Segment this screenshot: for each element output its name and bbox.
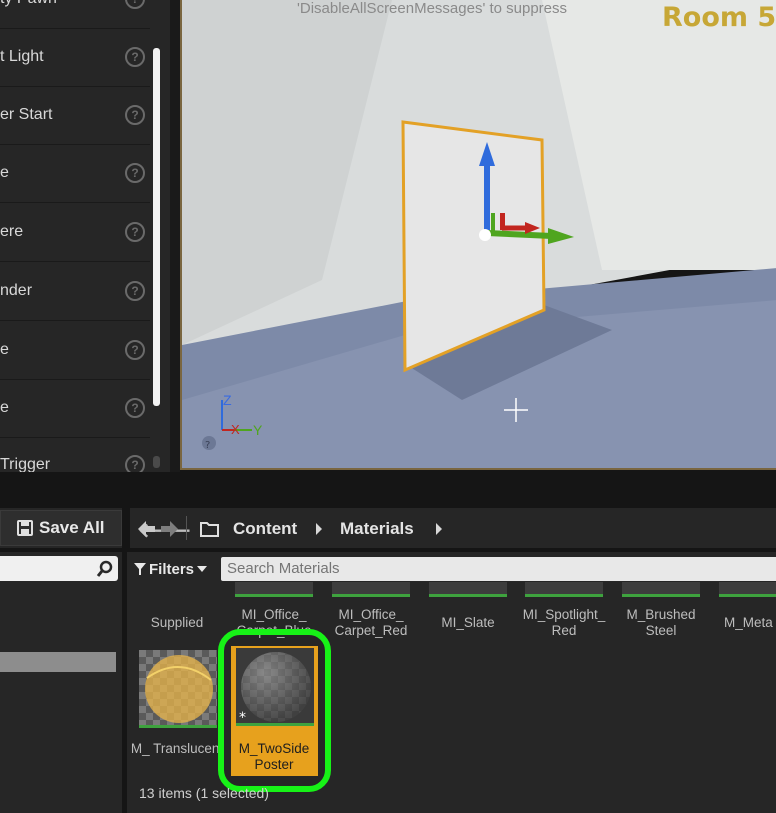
asset-label[interactable]: MI_Slate — [420, 615, 516, 631]
filters-button[interactable]: Filters — [134, 557, 214, 581]
chevron-right-icon[interactable] — [316, 523, 322, 535]
asset-label[interactable]: M_ Translucent — [129, 741, 225, 757]
asset-thumbnail[interactable] — [429, 582, 507, 597]
place-actor-item[interactable]: e ? — [0, 321, 150, 380]
asset-label[interactable]: Supplied — [129, 615, 225, 631]
breadcrumb-content[interactable]: Content — [233, 519, 297, 539]
material-thumbnail-translucent[interactable] — [139, 650, 217, 728]
place-actor-label: t Light — [0, 48, 44, 65]
help-icon[interactable]: ? — [125, 0, 145, 9]
help-icon[interactable]: ? — [125, 398, 145, 418]
place-actor-label: er Start — [0, 106, 53, 123]
save-all-button[interactable]: Save All — [0, 510, 122, 546]
place-actor-item[interactable]: ty Pawn ? — [0, 0, 150, 29]
axis-x-label: X — [231, 422, 240, 437]
folder-icon — [200, 522, 219, 537]
sources-panel — [0, 552, 122, 813]
help-icon[interactable]: ? — [125, 281, 145, 301]
scrollbar-thumb[interactable] — [153, 48, 160, 406]
highlight-ring — [218, 629, 331, 792]
place-actor-item[interactable]: Trigger ? — [0, 436, 150, 472]
asset-thumbnail[interactable] — [332, 582, 410, 597]
axis-y-label: Y — [253, 422, 263, 438]
place-actor-label: e — [0, 164, 9, 181]
asset-thumbnail[interactable] — [525, 582, 603, 597]
chevron-down-icon — [197, 566, 208, 572]
forward-icon[interactable] — [160, 521, 178, 537]
chevron-right-icon[interactable] — [436, 523, 442, 535]
path-bar: 🡐 Content Materials — [130, 508, 776, 548]
place-actor-label: Trigger — [0, 456, 51, 472]
place-actor-item[interactable]: er Start ? — [0, 86, 150, 145]
save-all-label: Save All — [39, 518, 105, 537]
place-actors-panel: ty Pawn ? t Light ? er Start ? e ? ere ?… — [0, 0, 170, 472]
help-icon[interactable]: ? — [125, 455, 145, 472]
help-icon[interactable]: ? — [125, 163, 145, 183]
back-icon[interactable] — [138, 521, 156, 537]
filters-label: Filters — [149, 560, 195, 578]
help-icon[interactable]: ? — [125, 105, 145, 125]
selected-folder-row[interactable] — [0, 652, 116, 672]
viewport-scene: ? — [182, 0, 776, 468]
search-icon[interactable] — [96, 560, 114, 578]
place-actor-item[interactable]: e ? — [0, 144, 150, 203]
place-actor-item[interactable]: ere ? — [0, 203, 150, 262]
place-actor-label: e — [0, 341, 9, 358]
screen-message: 'DisableAllScreenMessages' to suppress — [297, 0, 568, 17]
breadcrumb-materials[interactable]: Materials — [340, 519, 414, 539]
asset-label[interactable]: M_Brushed Steel — [613, 607, 709, 639]
axis-z-label: Z — [223, 392, 232, 408]
panel-splitter[interactable] — [170, 0, 180, 472]
save-icon — [17, 520, 33, 536]
filter-icon — [134, 563, 146, 575]
separator — [186, 516, 187, 540]
help-icon[interactable]: ? — [125, 222, 145, 242]
level-viewport[interactable]: ? 'DisableAllScreenMessages' to suppress… — [180, 0, 776, 470]
items-count: 13 items (1 selected) — [139, 785, 269, 801]
place-actor-item[interactable]: e ? — [0, 379, 150, 438]
asset-thumbnail[interactable] — [235, 582, 313, 597]
asset-label[interactable]: MI_Spotlight_ Red — [516, 607, 612, 639]
asset-search-input[interactable] — [221, 557, 776, 581]
place-actor-item[interactable]: nder ? — [0, 262, 150, 321]
help-icon[interactable]: ? — [125, 340, 145, 360]
place-actor-item[interactable]: t Light ? — [0, 28, 150, 87]
place-actor-label: ty Pawn — [0, 0, 57, 8]
asset-thumbnail[interactable] — [622, 582, 700, 597]
asset-label[interactable]: M_Meta — [712, 615, 776, 631]
svg-text:?: ? — [205, 440, 210, 451]
place-actor-label: ere — [0, 223, 24, 240]
scrollbar-track[interactable] — [153, 456, 160, 468]
help-icon[interactable]: ? — [125, 47, 145, 67]
place-actor-label: e — [0, 399, 9, 416]
asset-label[interactable]: MI_Office_ Carpet_Red — [323, 607, 419, 639]
place-actor-label: nder — [0, 282, 33, 299]
asset-thumbnail[interactable] — [719, 582, 776, 597]
room-sign: Room 5 — [662, 2, 776, 33]
